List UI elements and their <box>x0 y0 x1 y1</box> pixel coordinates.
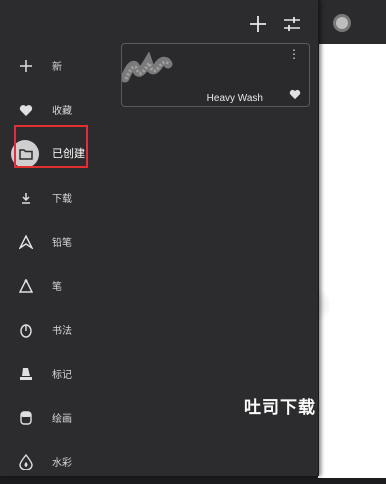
calligraphy-icon <box>16 320 36 340</box>
plus-icon <box>16 56 36 76</box>
sidebar-item-download[interactable]: 下载 <box>0 176 115 220</box>
selection-highlight <box>14 125 88 168</box>
brush-card[interactable]: ⋮ Heavy Wash <box>121 43 310 107</box>
paint-icon <box>16 408 36 428</box>
brush-settings-button[interactable] <box>283 15 301 33</box>
pen-icon <box>16 276 36 296</box>
sidebar-item-label: 水彩 <box>52 458 72 469</box>
sidebar-item-label: 新 <box>52 62 62 73</box>
download-icon <box>16 188 36 208</box>
sidebar-item-label: 绘画 <box>52 414 72 425</box>
sidebar-item-paint[interactable]: 绘画 <box>0 396 115 440</box>
sidebar-item-calligraphy[interactable]: 书法 <box>0 308 115 352</box>
sidebar-item-label: 下载 <box>52 194 72 205</box>
favorite-heart-icon[interactable] <box>289 89 301 100</box>
sidebar-item-new[interactable]: 新 <box>0 44 115 88</box>
sidebar-item-label: 铅笔 <box>52 238 72 249</box>
sidebar-item-watercolor[interactable]: 水彩 <box>0 440 115 484</box>
brush-stroke-preview <box>122 52 173 83</box>
watermark-text: 吐司下载 <box>244 398 316 417</box>
plus-icon <box>250 16 266 32</box>
sidebar-item-label: 书法 <box>52 326 72 337</box>
brush-name: Heavy Wash <box>206 93 263 104</box>
more-options-icon[interactable]: ⋮ <box>288 48 300 60</box>
sidebar-item-pencil[interactable]: 铅笔 <box>0 220 115 264</box>
sidebar-item-label: 标记 <box>52 370 72 381</box>
sidebar-item-pen[interactable]: 笔 <box>0 264 115 308</box>
sidebar-item-label: 收藏 <box>52 106 72 117</box>
marker-icon <box>16 364 36 384</box>
pencil-icon <box>16 232 36 252</box>
sidebar-item-marker[interactable]: 标记 <box>0 352 115 396</box>
color-swatch-icon[interactable] <box>333 14 351 32</box>
drawing-canvas[interactable] <box>318 44 386 478</box>
canvas-toolbar <box>318 0 386 44</box>
watercolor-icon <box>16 452 36 472</box>
sidebar-item-label: 笔 <box>52 282 62 293</box>
add-brush-button[interactable] <box>249 15 267 33</box>
tune-icon <box>284 17 300 31</box>
heart-icon <box>16 100 36 120</box>
